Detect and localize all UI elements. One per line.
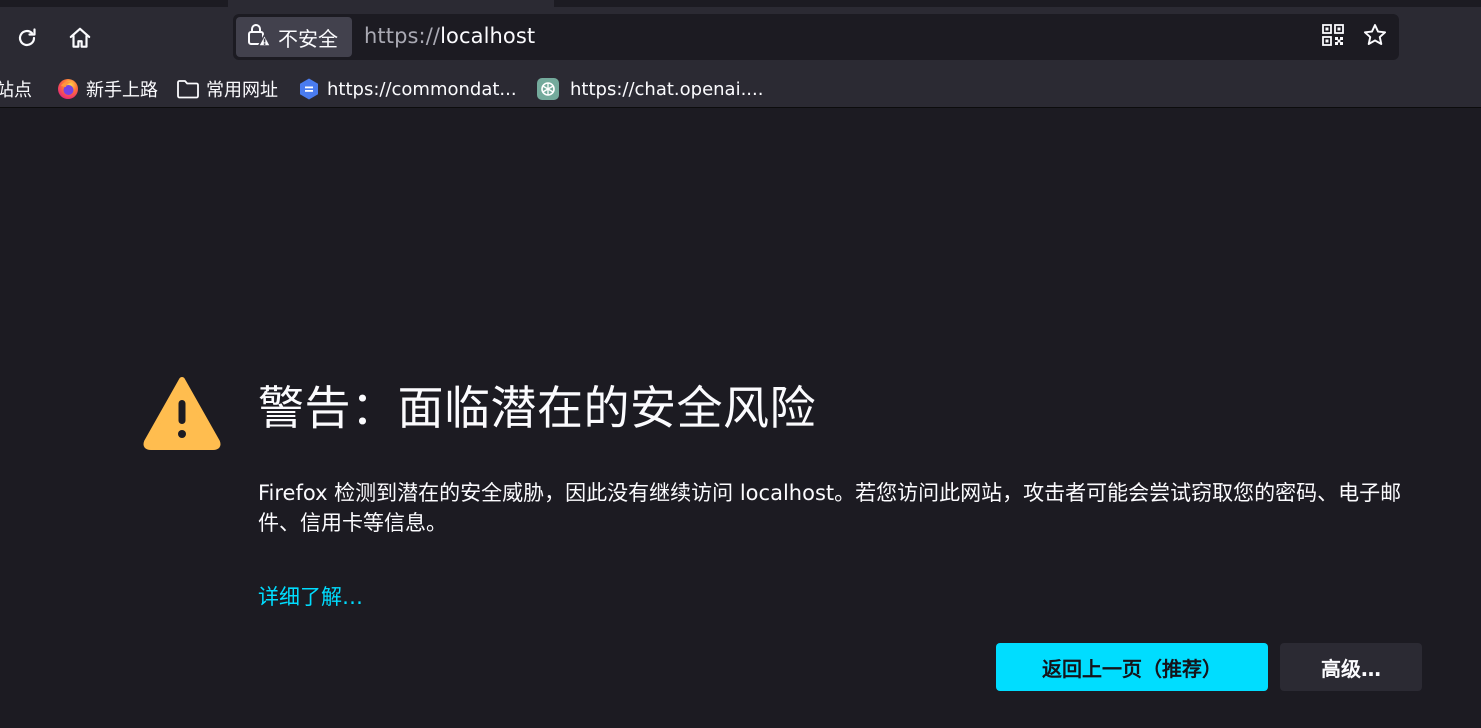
bookmark-label: 访站点 (0, 80, 32, 101)
qr-code-button[interactable] (1319, 23, 1347, 51)
warning-icon (143, 376, 221, 454)
advanced-button[interactable]: 高级… (1280, 643, 1422, 691)
go-back-button[interactable]: 返回上一页（推荐） (996, 643, 1268, 691)
bookmark-label: 常用网址 (206, 80, 278, 101)
home-button[interactable] (60, 18, 100, 58)
home-icon (67, 25, 93, 51)
url-host: localhost (440, 24, 536, 48)
active-tab-edge[interactable] (228, 0, 554, 7)
qr-code-icon (1322, 24, 1344, 50)
tab-strip-edge (0, 0, 1481, 7)
learn-more-link[interactable]: 详细了解… (258, 581, 363, 611)
firefox-icon (56, 77, 80, 101)
bookmark-folder-common[interactable]: 常用网址 (176, 75, 278, 103)
browser-toolbar: 不安全 https://localhost (0, 0, 1481, 70)
bookmark-item[interactable]: 访站点 (0, 75, 32, 103)
page-title: 警告：面临潜在的安全风险 (258, 381, 816, 435)
bookmark-label: https://commondat... (327, 78, 517, 100)
url-text[interactable]: https://localhost (364, 24, 535, 48)
bookmark-item-commondata[interactable]: https://commondat... (297, 75, 517, 103)
star-icon (1362, 22, 1388, 52)
bookmark-star-button[interactable] (1361, 23, 1389, 51)
url-scheme: https:// (364, 24, 441, 48)
folder-icon (176, 77, 200, 101)
error-description: Firefox 检测到潜在的安全威胁，因此没有继续访问 localhost。若您… (258, 481, 1402, 535)
bookmarks-toolbar: 访站点 新手上路 常用网址 (0, 70, 1481, 108)
doc-icon (297, 77, 321, 101)
openai-icon (536, 77, 560, 101)
bookmark-item-getting-started[interactable]: 新手上路 (56, 75, 158, 103)
bookmark-label: https://chat.openai.... (570, 78, 764, 100)
reload-icon (15, 26, 39, 50)
insecure-lock-icon (246, 22, 272, 52)
bookmark-label: 新手上路 (86, 80, 158, 101)
security-indicator[interactable]: 不安全 (236, 17, 352, 57)
bookmark-item-chatgpt[interactable]: https://chat.openai.... (536, 75, 763, 103)
reload-button[interactable] (7, 18, 47, 58)
security-label: 不安全 (278, 26, 338, 51)
url-bar[interactable]: 不安全 https://localhost (233, 14, 1399, 60)
